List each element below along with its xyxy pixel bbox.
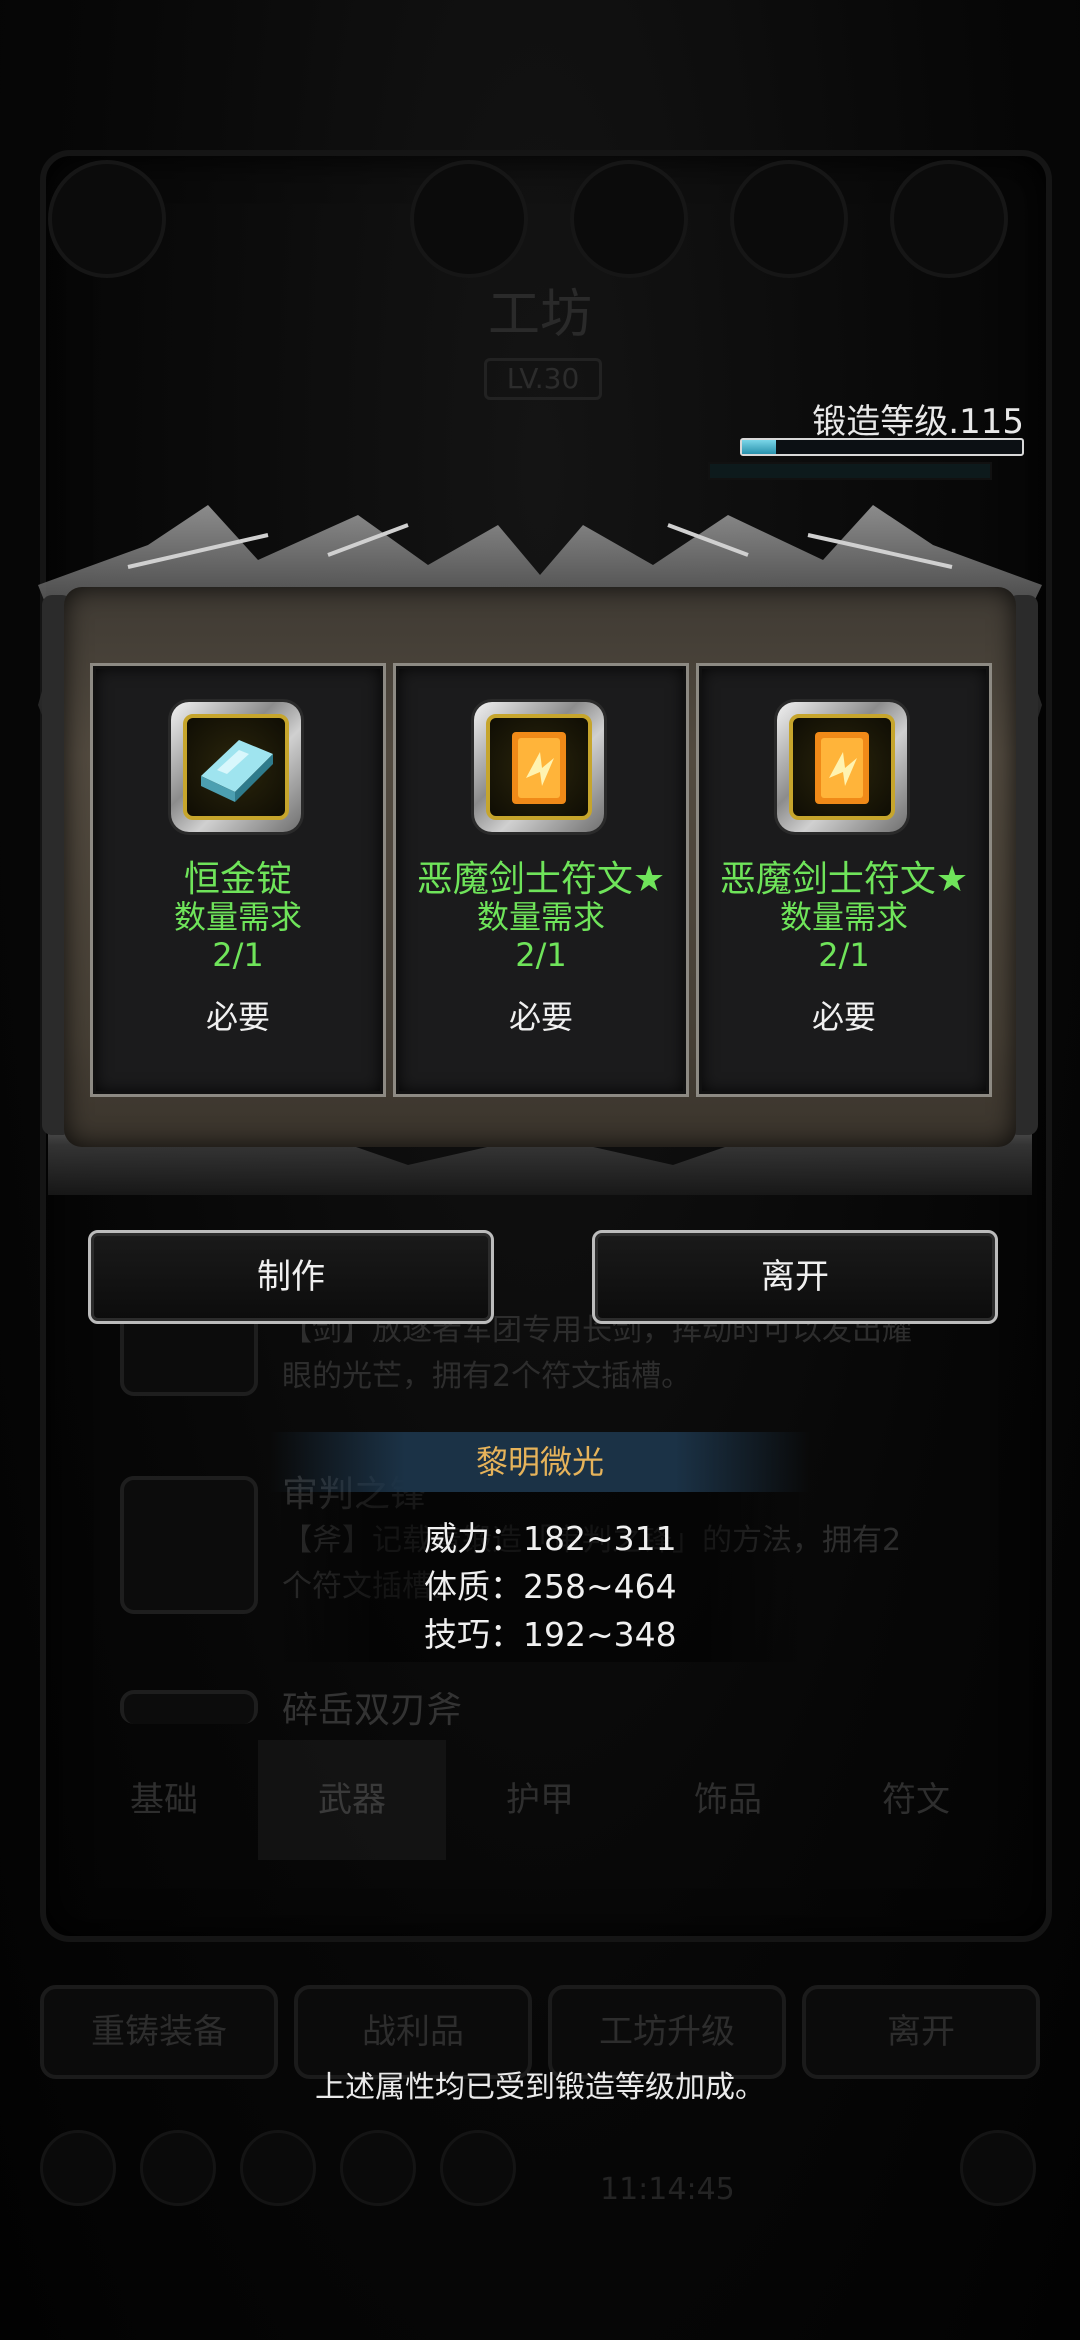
tab-basic[interactable]: 基础: [70, 1740, 258, 1860]
tab-accessory[interactable]: 饰品: [634, 1740, 822, 1860]
category-tabs: 基础 武器 护甲 饰品 符文: [70, 1740, 1010, 1860]
craft-button[interactable]: 制作: [88, 1230, 494, 1324]
header-medallion: [570, 160, 688, 278]
clock-text: 11:14:45: [600, 2172, 735, 2207]
stat-power: 威力：182~311: [424, 1519, 677, 1558]
menu-icon[interactable]: [140, 2130, 216, 2206]
rune-icon: [486, 714, 592, 820]
menu-icon[interactable]: [240, 2130, 316, 2206]
quantity-value: 2/1: [515, 936, 567, 974]
ingot-icon: [183, 714, 289, 820]
leave-button-label: 离开: [761, 1257, 829, 1297]
material-slot[interactable]: [777, 702, 907, 832]
material-card: 恒金锭 数量需求 2/1 必要: [90, 663, 386, 1097]
craft-modal: 恒金锭 数量需求 2/1 必要 恶魔剑士符文★ 数量需求 2/1 必要 恶魔剑士…: [28, 505, 1052, 1195]
requirement-label: 必要: [811, 998, 876, 1036]
header-medallion: [730, 160, 848, 278]
material-slot[interactable]: [474, 702, 604, 832]
quantity-label: 数量需求: [476, 898, 605, 936]
forge-level: 锻造等级.115: [812, 394, 1024, 443]
tab-armor[interactable]: 护甲: [446, 1740, 634, 1860]
item-info-title: 黎明微光: [270, 1432, 810, 1492]
rune-icon: [789, 714, 895, 820]
stat-skill: 技巧：192~348: [424, 1615, 677, 1654]
material-slot[interactable]: [171, 702, 301, 832]
header-medallion: [48, 160, 166, 278]
forge-progress-bar: [740, 438, 1024, 456]
menu-icon[interactable]: [960, 2130, 1036, 2206]
item-name: 碎岳双刃斧: [282, 1690, 463, 1728]
workshop-level: LV.30: [484, 358, 602, 400]
material-card: 恶魔剑士符文★ 数量需求 2/1 必要: [696, 663, 992, 1097]
forge-progress-fill: [742, 440, 776, 454]
quantity-value: 2/1: [818, 936, 870, 974]
header-medallion: [410, 160, 528, 278]
bottom-icon-row: [40, 2130, 1040, 2210]
quantity-value: 2/1: [212, 936, 264, 974]
quantity-label: 数量需求: [173, 898, 302, 936]
menu-icon[interactable]: [440, 2130, 516, 2206]
requirement-label: 必要: [205, 998, 270, 1036]
leave-button[interactable]: 离开: [592, 1230, 998, 1324]
stat-constitution: 体质：258~464: [424, 1567, 677, 1606]
item-thumb: [120, 1690, 258, 1724]
workshop-title: 工坊: [487, 285, 592, 345]
forge-bar-shadow: [708, 462, 992, 480]
menu-icon[interactable]: [40, 2130, 116, 2206]
tab-weapon[interactable]: 武器: [258, 1740, 446, 1860]
header-medallion: [890, 160, 1008, 278]
tab-rune[interactable]: 符文: [822, 1740, 1010, 1860]
forge-level-label: 锻造等级.115: [812, 402, 1024, 442]
requirement-label: 必要: [508, 998, 573, 1036]
craft-button-label: 制作: [257, 1257, 325, 1297]
material-card: 恶魔剑士符文★ 数量需求 2/1 必要: [393, 663, 689, 1097]
menu-icon[interactable]: [340, 2130, 416, 2206]
item-thumb: [120, 1476, 258, 1614]
bonus-note: 上述属性均已受到锻造等级加成。: [315, 2070, 765, 2105]
quantity-label: 数量需求: [779, 898, 908, 936]
